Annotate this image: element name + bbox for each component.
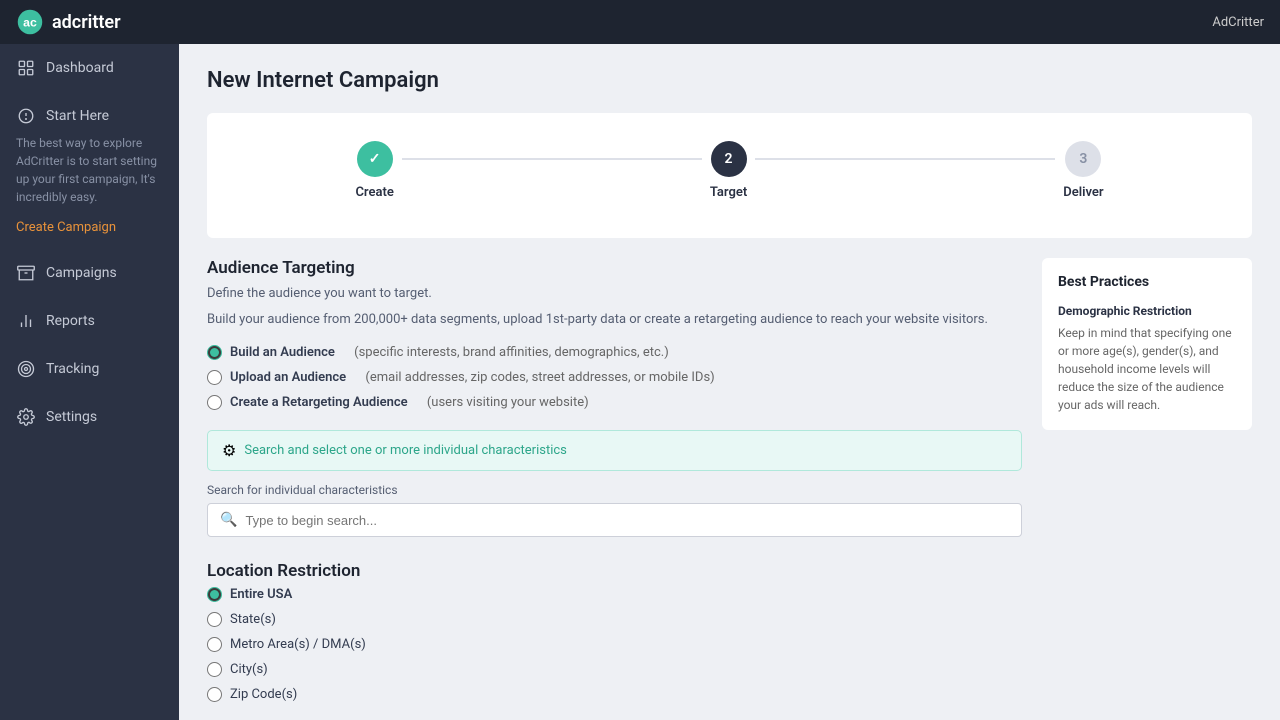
step-circle-deliver: 3 — [1065, 141, 1101, 177]
location-radio-city[interactable] — [207, 662, 222, 677]
location-radio-usa[interactable] — [207, 587, 222, 602]
sidebar-item-tracking[interactable]: Tracking — [0, 345, 179, 393]
location-radio-state[interactable] — [207, 612, 222, 627]
stepper-card: ✓ Create 2 Target 3 Deliver — [207, 113, 1252, 238]
step-label-deliver: Deliver — [1063, 185, 1103, 200]
step-target: 2 Target — [710, 141, 747, 200]
search-input[interactable] — [245, 513, 1009, 528]
step-label-create: Create — [355, 185, 393, 200]
location-radio-metro[interactable] — [207, 637, 222, 652]
audience-option-retargeting-bold: Create a Retargeting Audience — [230, 395, 408, 410]
page-title: New Internet Campaign — [207, 68, 1252, 93]
step-create: ✓ Create — [355, 141, 393, 200]
sidebar-item-campaigns[interactable]: Campaigns — [0, 249, 179, 297]
audience-radio-upload[interactable] — [207, 370, 222, 385]
star-icon — [16, 106, 36, 126]
campaigns-label: Campaigns — [46, 265, 117, 281]
top-nav: ac adcritter AdCritter — [0, 0, 1280, 44]
audience-radio-build[interactable] — [207, 345, 222, 360]
audience-option-upload-muted: (email addresses, zip codes, street addr… — [365, 370, 714, 385]
create-campaign-button[interactable]: Create Campaign — [16, 220, 116, 235]
location-option-metro[interactable]: Metro Area(s) / DMA(s) — [207, 637, 1022, 652]
location-label-metro: Metro Area(s) / DMA(s) — [230, 637, 366, 652]
audience-desc-2: Build your audience from 200,000+ data s… — [207, 310, 1022, 330]
audience-option-group: Build an Audience (specific interests, b… — [207, 345, 1022, 410]
target-icon — [16, 359, 36, 379]
location-radio-zip[interactable] — [207, 687, 222, 702]
step-circle-target: 2 — [711, 141, 747, 177]
stepper: ✓ Create 2 Target 3 Deliver — [247, 141, 1212, 200]
grid-icon — [16, 58, 36, 78]
location-option-group: Entire USA State(s) Metro Area(s) / DMA(… — [207, 587, 1022, 702]
sidebar-item-settings[interactable]: Settings — [0, 393, 179, 441]
audience-option-upload-bold: Upload an Audience — [230, 370, 346, 385]
sidebar-item-dashboard[interactable]: Dashboard — [0, 44, 179, 92]
search-box[interactable]: 🔍 — [207, 503, 1022, 537]
audience-option-build-muted: (specific interests, brand affinities, d… — [354, 345, 669, 360]
best-practices-aside: Best Practices Demographic Restriction K… — [1042, 258, 1252, 720]
audience-option-build-bold: Build an Audience — [230, 345, 335, 360]
sidebar: Dashboard Start Here The best way to exp… — [0, 44, 179, 720]
location-title: Location Restriction — [207, 561, 1022, 581]
hint-icon: ⚙ — [222, 441, 236, 460]
sidebar-item-reports[interactable]: Reports — [0, 297, 179, 345]
step-circle-create: ✓ — [357, 141, 393, 177]
logo-icon: ac — [16, 8, 44, 36]
search-icon: 🔍 — [220, 512, 237, 528]
gear-icon — [16, 407, 36, 427]
location-option-city[interactable]: City(s) — [207, 662, 1022, 677]
search-label: Search for individual characteristics — [207, 483, 1022, 497]
best-practices-card: Best Practices Demographic Restriction K… — [1042, 258, 1252, 430]
content-panel: Audience Targeting Define the audience y… — [207, 258, 1022, 720]
logo-text: adcritter — [52, 12, 121, 33]
svg-text:ac: ac — [23, 15, 37, 29]
search-hint-bar: ⚙ Search and select one or more individu… — [207, 430, 1022, 471]
audience-targeting-section: Audience Targeting Define the audience y… — [207, 258, 1022, 537]
user-label: AdCritter — [1212, 15, 1264, 30]
location-option-zip[interactable]: Zip Code(s) — [207, 687, 1022, 702]
logo: ac adcritter — [16, 8, 121, 36]
location-option-state[interactable]: State(s) — [207, 612, 1022, 627]
main-content: New Internet Campaign ✓ Create 2 Target … — [179, 44, 1280, 720]
audience-targeting-title: Audience Targeting — [207, 258, 1022, 278]
audience-option-build[interactable]: Build an Audience (specific interests, b… — [207, 345, 1022, 360]
search-hint-text: Search and select one or more individual… — [244, 443, 567, 458]
tracking-label: Tracking — [46, 361, 99, 377]
bar-chart-icon — [16, 311, 36, 331]
best-practices-title: Best Practices — [1058, 274, 1236, 290]
location-label-usa: Entire USA — [230, 587, 292, 602]
step-line-2 — [755, 158, 1055, 160]
box-icon — [16, 263, 36, 283]
audience-option-retargeting[interactable]: Create a Retargeting Audience (users vis… — [207, 395, 1022, 410]
bp-text-0: Keep in mind that specifying one or more… — [1058, 324, 1236, 414]
audience-option-upload[interactable]: Upload an Audience (email addresses, zip… — [207, 370, 1022, 385]
bp-subtitle-0: Demographic Restriction — [1058, 304, 1236, 318]
settings-label: Settings — [46, 409, 97, 425]
app-body: Dashboard Start Here The best way to exp… — [0, 44, 1280, 720]
location-label-zip: Zip Code(s) — [230, 687, 297, 702]
start-here-desc: The best way to explore AdCritter is to … — [16, 134, 163, 206]
dashboard-label: Dashboard — [46, 60, 114, 76]
sidebar-item-start-here: Start Here The best way to explore AdCri… — [0, 92, 179, 249]
step-label-target: Target — [710, 185, 747, 200]
location-option-usa[interactable]: Entire USA — [207, 587, 1022, 602]
location-label-city: City(s) — [230, 662, 268, 677]
audience-radio-retargeting[interactable] — [207, 395, 222, 410]
audience-option-retargeting-muted: (users visiting your website) — [427, 395, 589, 410]
step-line-1 — [402, 158, 702, 160]
location-label-state: State(s) — [230, 612, 276, 627]
reports-label: Reports — [46, 313, 95, 329]
location-restriction-section: Location Restriction Entire USA State(s) — [207, 561, 1022, 702]
content-grid: Audience Targeting Define the audience y… — [207, 258, 1252, 720]
audience-desc-1: Define the audience you want to target. — [207, 284, 1022, 304]
start-here-label: Start Here — [46, 108, 109, 124]
step-deliver: 3 Deliver — [1063, 141, 1103, 200]
